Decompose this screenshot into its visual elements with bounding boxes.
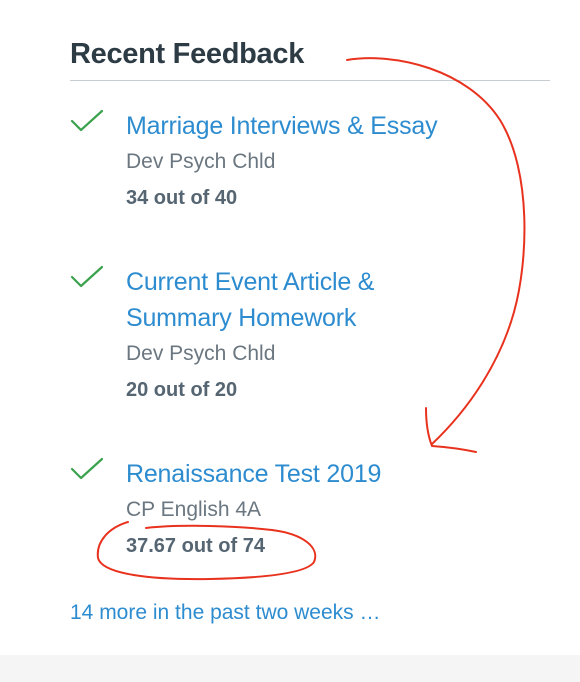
- feedback-item-title-link[interactable]: Current Event Article & Summary Homework: [126, 264, 546, 336]
- feedback-item-title-line: Current Event Article &: [126, 268, 375, 296]
- feedback-item-title-link[interactable]: Marriage Interviews & Essay: [126, 108, 546, 144]
- annotation-arrowhead: [425, 407, 477, 453]
- checkmark-icon: [70, 265, 104, 288]
- feedback-item-title-line: Summary Homework: [126, 304, 357, 332]
- feedback-item-course: Dev Psych Chld: [126, 342, 276, 365]
- feedback-item-title-link[interactable]: Renaissance Test 2019: [126, 456, 546, 492]
- feedback-item-title-line: Renaissance Test 2019: [126, 460, 382, 488]
- checkmark-icon: [70, 457, 104, 480]
- heading-divider: [70, 80, 550, 81]
- recent-feedback-heading: Recent Feedback: [70, 38, 305, 70]
- feedback-item-body: Marriage Interviews & Essay Dev Psych Ch…: [126, 108, 546, 216]
- feedback-item-body: Renaissance Test 2019 CP English 4A 37.6…: [126, 456, 546, 564]
- page-footer-band: [0, 655, 580, 682]
- feedback-item-score: 20 out of 20: [126, 379, 238, 401]
- feedback-item-score: 34 out of 40: [126, 187, 238, 209]
- checkmark-icon: [70, 109, 104, 132]
- feedback-item-body: Current Event Article & Summary Homework…: [126, 264, 546, 408]
- more-feedback-link[interactable]: 14 more in the past two weeks …: [70, 601, 380, 625]
- feedback-item-title-line: Marriage Interviews & Essay: [126, 112, 438, 140]
- feedback-item-course: Dev Psych Chld: [126, 150, 276, 173]
- feedback-item-score: 37.67 out of 74: [126, 535, 265, 557]
- feedback-item-course: CP English 4A: [126, 498, 262, 521]
